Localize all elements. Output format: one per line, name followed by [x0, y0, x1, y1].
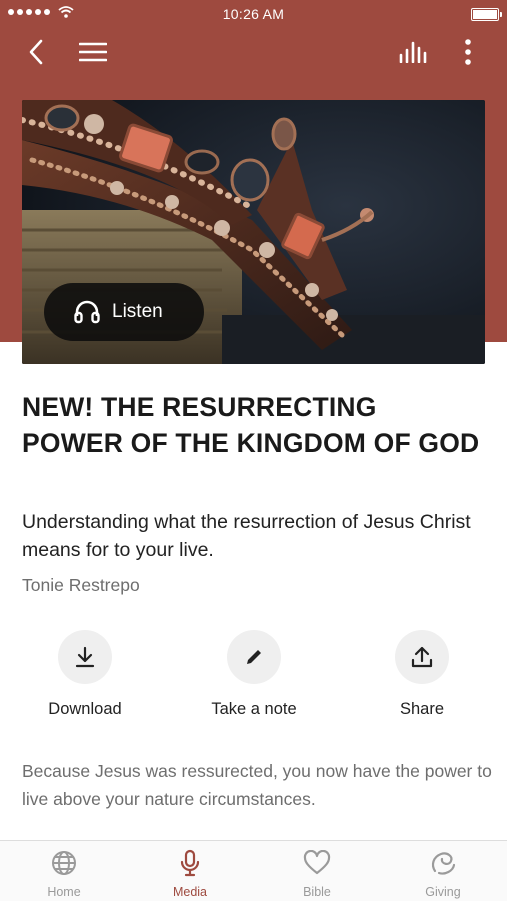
tab-home[interactable]: Home — [14, 849, 114, 899]
globe-icon — [52, 851, 76, 875]
menu-button[interactable] — [77, 36, 109, 68]
equalizer-icon — [399, 41, 427, 63]
share-button[interactable] — [395, 630, 449, 684]
share-icon — [411, 646, 433, 668]
download-action[interactable]: Download — [15, 630, 155, 719]
tab-bible-label: Bible — [303, 885, 331, 899]
take-note-label: Take a note — [211, 700, 297, 718]
sermon-hero-image: Listen — [22, 100, 485, 364]
tab-giving-label: Giving — [425, 885, 461, 899]
audio-levels-button[interactable] — [398, 36, 430, 68]
tab-giving[interactable]: Giving — [393, 849, 493, 899]
hamburger-icon — [79, 42, 107, 62]
sermon-author: Tonie Restrepo — [22, 575, 140, 595]
giving-icon — [431, 852, 456, 875]
download-button[interactable] — [58, 630, 112, 684]
listen-button[interactable]: Listen — [44, 283, 204, 341]
sermon-subtitle: Understanding what the resurrection of J… — [22, 511, 471, 561]
back-button[interactable] — [20, 36, 52, 68]
share-label: Share — [399, 700, 445, 718]
share-action[interactable]: Share — [352, 630, 492, 719]
tab-bible[interactable]: Bible — [267, 849, 367, 899]
headphones-icon — [74, 300, 100, 324]
listen-label: Listen — [112, 301, 163, 322]
take-note-action[interactable]: Take a note — [184, 630, 324, 719]
more-options-button[interactable] — [452, 36, 484, 68]
download-icon — [75, 646, 95, 668]
status-bar: 10:26 AM — [0, 0, 507, 28]
more-vertical-icon — [465, 39, 471, 65]
status-time: 10:26 AM — [222, 6, 285, 22]
chevron-left-icon — [29, 39, 43, 65]
tab-media[interactable]: Media — [140, 849, 240, 899]
microphone-icon — [180, 849, 200, 877]
sermon-description: Because Jesus was ressurected, you now h… — [22, 761, 492, 809]
take-note-button[interactable] — [227, 630, 281, 684]
sermon-title: NEW! THE RESURRECTING POWER OF THE KINGD… — [22, 392, 480, 458]
bottom-tab-bar: Home Media Bible Giving — [0, 840, 507, 901]
top-navigation — [0, 28, 507, 76]
download-label: Download — [48, 700, 122, 718]
tab-home-label: Home — [47, 885, 81, 899]
tab-media-label: Media — [172, 885, 208, 899]
battery-icon — [471, 8, 502, 21]
heart-icon — [303, 850, 331, 875]
pencil-icon — [247, 650, 261, 664]
